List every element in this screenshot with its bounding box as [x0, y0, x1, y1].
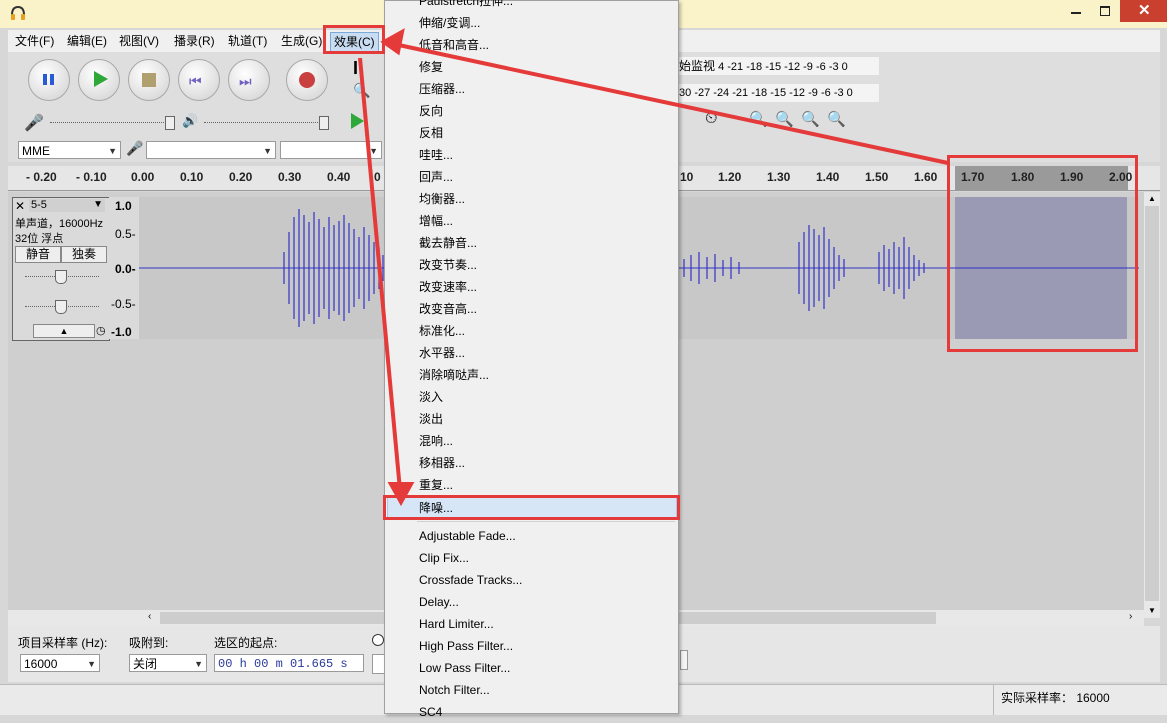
arrowhead-icon [380, 28, 405, 56]
annotation-arrows [358, 28, 949, 507]
arrowhead-icon [387, 482, 415, 507]
arrow-selection-to-menu [393, 42, 949, 165]
arrow-menu-to-noise-reduction [358, 57, 402, 491]
